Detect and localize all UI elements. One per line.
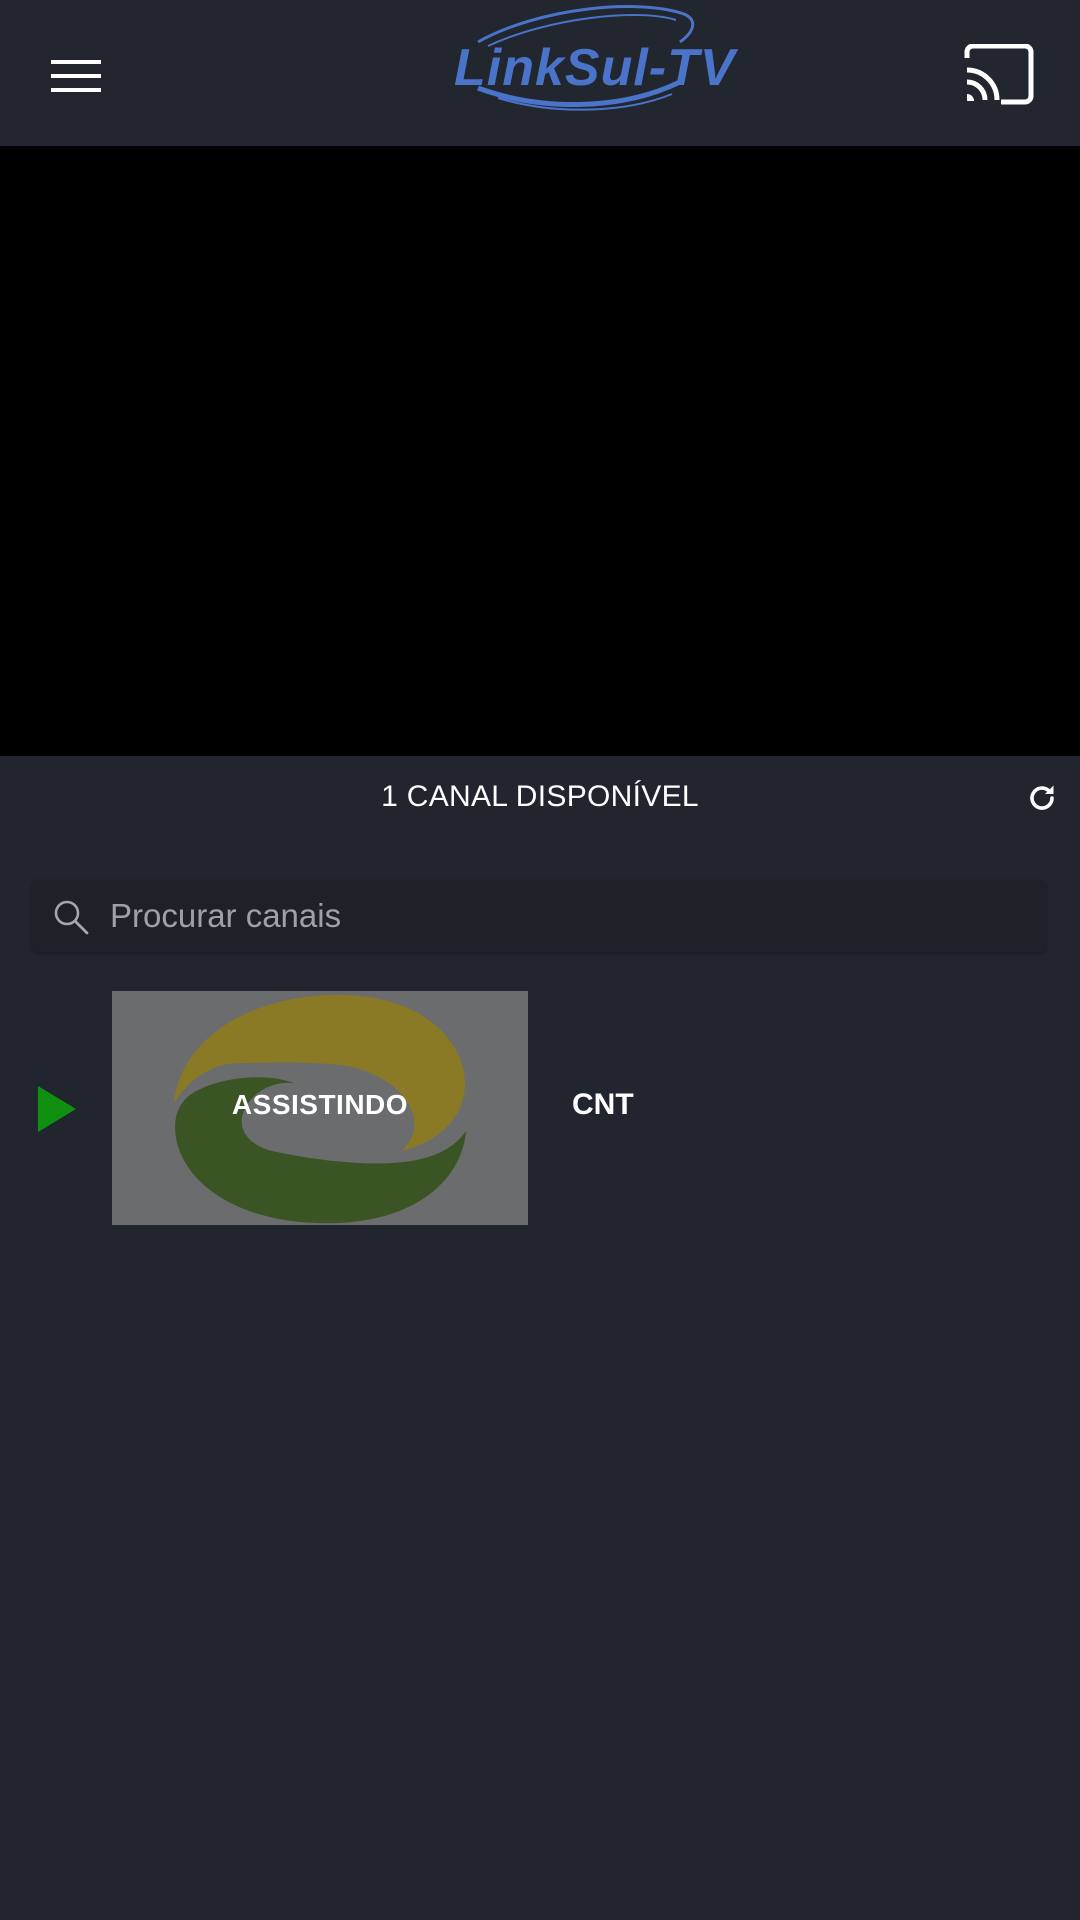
logo-text: LinkSul-TV (454, 39, 736, 97)
search-box (32, 880, 1046, 952)
video-player[interactable] (0, 146, 1080, 756)
channel-thumbnail: ASSISTINDO (112, 991, 528, 1225)
menu-button[interactable] (36, 40, 116, 112)
channel-list: ASSISTINDO CNT (0, 990, 1080, 1226)
channel-item[interactable]: ASSISTINDO CNT (0, 990, 1080, 1226)
cast-icon (964, 44, 1034, 105)
app-bar: LinkSul-TV (0, 0, 1080, 146)
search-input[interactable] (110, 880, 1010, 952)
watching-label: ASSISTINDO (231, 1089, 409, 1120)
search-icon (54, 900, 89, 935)
channel-name: CNT (572, 1088, 634, 1121)
refresh-button[interactable] (1022, 778, 1062, 818)
hamburger-menu-icon (51, 60, 101, 92)
channel-count-label: 1 CANAL DISPONÍVEL (381, 780, 699, 813)
app-logo: LinkSul-TV (448, 2, 735, 120)
play-icon (38, 1086, 76, 1132)
cast-button[interactable] (954, 36, 1044, 116)
refresh-icon (1030, 785, 1054, 810)
channels-header: 1 CANAL DISPONÍVEL (0, 756, 1080, 846)
